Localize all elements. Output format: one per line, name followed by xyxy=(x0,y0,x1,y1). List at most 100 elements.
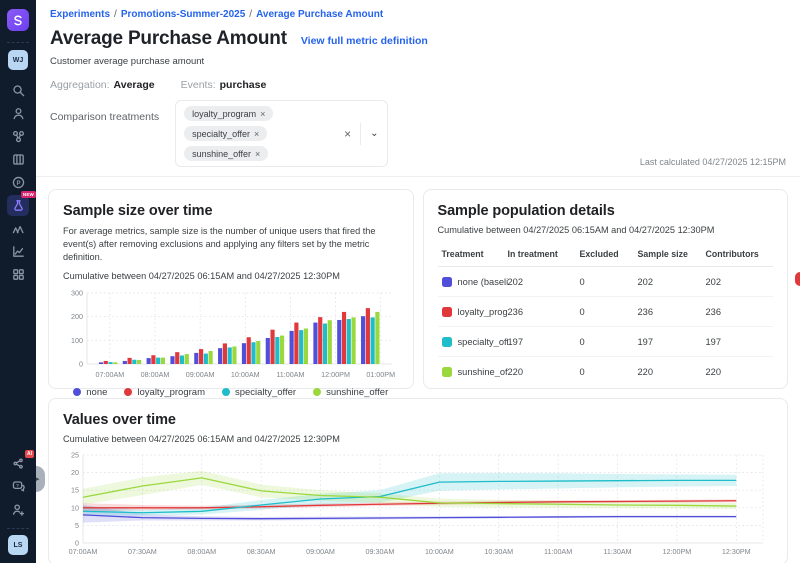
legend-item[interactable]: specialty_offer xyxy=(222,387,296,398)
treatment-chip[interactable]: specialty_offer × xyxy=(184,126,267,141)
svg-text:300: 300 xyxy=(71,288,83,297)
treatment-chip[interactable]: sunshine_offer × xyxy=(184,146,268,161)
breadcrumb: Experiments / Promotions-Summer-2025 / Avera… xyxy=(50,9,786,20)
breadcrumb-separator: / xyxy=(114,9,117,20)
view-metric-definition-link[interactable]: View full metric definition xyxy=(301,35,428,47)
holdouts-icon[interactable] xyxy=(7,218,29,239)
population-table: TreatmentIn treatmentExcludedSample size… xyxy=(438,244,774,386)
chevron-down-icon[interactable]: ⌄ xyxy=(370,128,378,139)
treatment-chip[interactable]: loyalty_program × xyxy=(184,106,273,121)
sample-size-cumulative: Cumulative between 04/27/2025 06:15AM an… xyxy=(63,271,399,281)
table-cell: 220 xyxy=(638,367,706,377)
metrics-chart-icon[interactable] xyxy=(7,241,29,262)
sidebar-bottom: AI ? LS xyxy=(7,453,29,555)
invite-user-icon[interactable] xyxy=(7,499,29,520)
chip-label: specialty_offer xyxy=(192,129,250,139)
legend-item[interactable]: none xyxy=(73,387,107,398)
chip-label: sunshine_offer xyxy=(192,149,251,159)
treatment-cell: sunshine_offer xyxy=(442,367,508,377)
svg-text:100: 100 xyxy=(71,335,83,344)
table-cell: 197 xyxy=(508,337,580,347)
svg-text:5: 5 xyxy=(75,521,79,530)
bar-chart-legend: none loyalty_program specialty_offer sunshi… xyxy=(63,387,399,398)
legend-label: specialty_offer xyxy=(235,387,296,398)
right-edge-handle[interactable] xyxy=(795,272,800,286)
main-content: Experiments / Promotions-Summer-2025 / Avera… xyxy=(36,0,800,563)
svg-text:15: 15 xyxy=(71,486,79,495)
experiments-icon[interactable]: NEW xyxy=(7,195,29,216)
breadcrumb-link[interactable]: Promotions-Summer-2025 xyxy=(121,9,245,20)
population-table-body: none (baseline)2020202202loyalty_program… xyxy=(438,267,774,386)
chip-remove-icon[interactable]: × xyxy=(255,149,260,159)
aggregation-label: Aggregation: xyxy=(50,79,110,91)
population-cumulative: Cumulative between 04/27/2025 06:15AM an… xyxy=(438,225,774,235)
table-cell: 236 xyxy=(508,307,580,317)
user-avatar[interactable]: LS xyxy=(8,535,28,555)
svg-text:08:30AM: 08:30AM xyxy=(247,547,276,556)
legend-dot xyxy=(73,388,81,396)
comparison-treatments-label: Comparison treatments xyxy=(50,111,159,123)
table-cell: 197 xyxy=(638,337,706,347)
app-root: WJ P NEW AI xyxy=(0,0,800,563)
search-icon[interactable] xyxy=(7,80,29,101)
svg-text:12:30PM: 12:30PM xyxy=(722,547,751,556)
breadcrumb-link[interactable]: Average Purchase Amount xyxy=(256,9,383,20)
chip-remove-icon[interactable]: × xyxy=(260,109,265,119)
feature-gates-icon[interactable] xyxy=(7,126,29,147)
population-table-header: TreatmentIn treatmentExcludedSample size… xyxy=(438,244,774,267)
workspace-avatar[interactable]: WJ xyxy=(8,50,28,70)
svg-text:10:00AM: 10:00AM xyxy=(231,370,260,379)
breadcrumb-separator: / xyxy=(249,9,252,20)
treatment-multiselect[interactable]: loyalty_program×specialty_offer×sunshine… xyxy=(175,100,387,167)
values-card: Values over time Cumulative between 04/2… xyxy=(48,398,788,563)
svg-text:09:00AM: 09:00AM xyxy=(186,370,215,379)
sample-size-card: Sample size over time For average metric… xyxy=(48,189,414,389)
svg-text:10: 10 xyxy=(71,503,79,512)
treatment-cell: loyalty_program xyxy=(442,307,508,317)
column-header: Contributors xyxy=(706,249,770,259)
svg-text:200: 200 xyxy=(71,312,83,321)
svg-text:20: 20 xyxy=(71,468,79,477)
breadcrumb-link[interactable]: Experiments xyxy=(50,9,110,20)
chip-remove-icon[interactable]: × xyxy=(254,129,259,139)
last-calculated-text: Last calculated 04/27/2025 12:15PM xyxy=(640,157,786,167)
svg-text:11:00AM: 11:00AM xyxy=(276,370,304,379)
svg-text:25: 25 xyxy=(71,451,79,460)
table-row: none (baseline)2020202202 xyxy=(438,267,774,297)
treatment-color-swatch xyxy=(442,277,452,287)
svg-text:0: 0 xyxy=(79,359,83,368)
legend-dot xyxy=(222,388,230,396)
svg-text:11:30AM: 11:30AM xyxy=(603,547,631,556)
table-cell: 220 xyxy=(508,367,580,377)
pulse-icon[interactable]: P xyxy=(7,172,29,193)
svg-text:P: P xyxy=(16,180,20,187)
table-cell: 0 xyxy=(580,307,638,317)
ai-assistant-icon[interactable]: AI xyxy=(7,453,29,474)
legend-item[interactable]: sunshine_offer xyxy=(313,387,388,398)
legend-item[interactable]: loyalty_program xyxy=(124,387,205,398)
clear-all-icon[interactable]: × xyxy=(344,127,351,141)
page-title: Average Purchase Amount xyxy=(50,28,287,50)
table-cell: 202 xyxy=(706,277,770,287)
page-header: Experiments / Promotions-Summer-2025 / Avera… xyxy=(36,0,800,177)
treatment-cell: none (baseline) xyxy=(442,277,508,287)
ai-badge: AI xyxy=(25,450,34,458)
statsig-logo-icon[interactable] xyxy=(7,9,29,31)
legend-dot xyxy=(313,388,321,396)
values-line-chart: 051015202507:00AM07:30AM08:00AM08:30AM09… xyxy=(63,450,769,558)
chip-label: loyalty_program xyxy=(192,109,256,119)
users-icon[interactable] xyxy=(7,103,29,124)
help-chat-icon[interactable]: ? xyxy=(7,476,29,497)
svg-text:12:00PM: 12:00PM xyxy=(662,547,691,556)
svg-text:07:00AM: 07:00AM xyxy=(95,370,124,379)
treatment-color-swatch xyxy=(442,367,452,377)
sidebar-divider xyxy=(7,42,29,43)
sample-size-description: For average metrics, sample size is the … xyxy=(63,225,399,264)
dynamic-config-icon[interactable] xyxy=(7,149,29,170)
svg-text:12:00PM: 12:00PM xyxy=(321,370,350,379)
treatment-name: specialty_offer xyxy=(458,337,508,347)
apps-grid-icon[interactable] xyxy=(7,264,29,285)
column-header: Excluded xyxy=(580,249,638,259)
sample-size-title: Sample size over time xyxy=(63,203,399,219)
events-label: Events: xyxy=(181,79,216,91)
